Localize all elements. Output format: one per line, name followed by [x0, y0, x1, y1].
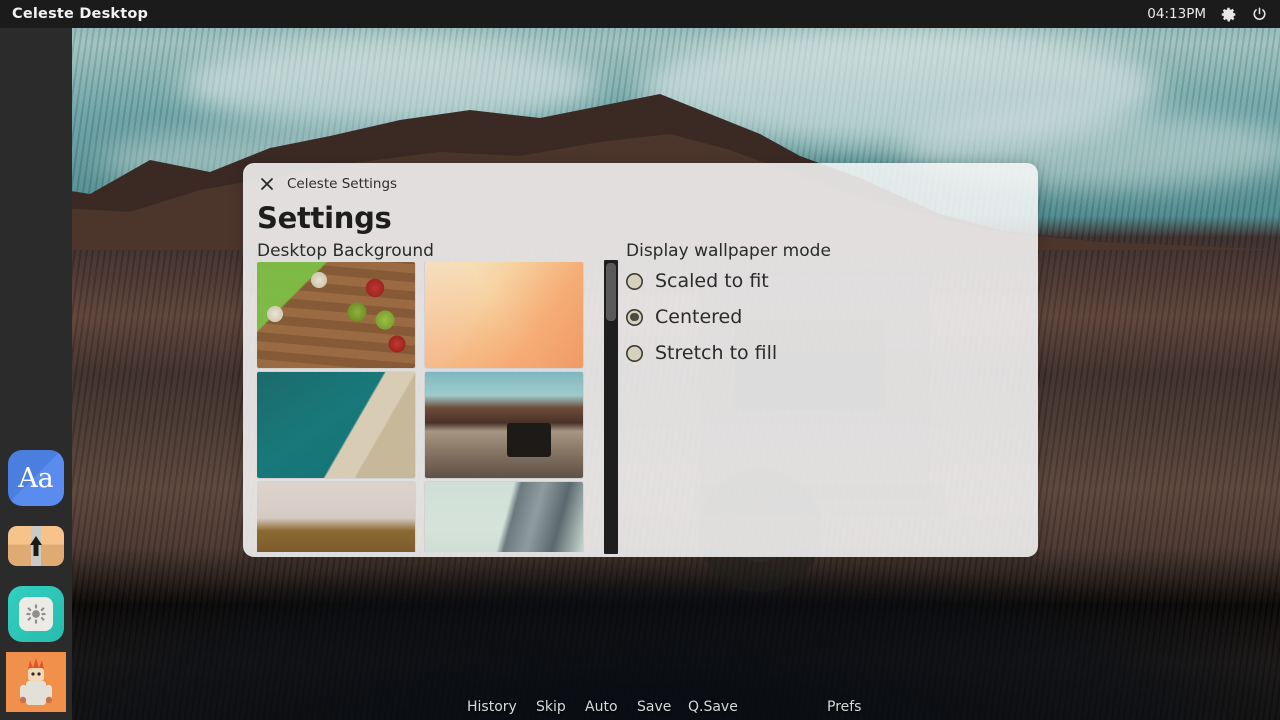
- dock-item-archive-app[interactable]: [6, 516, 66, 576]
- radio-option-label: Stretch to fill: [655, 342, 778, 364]
- desktop-title: Celeste Desktop: [12, 6, 149, 22]
- box-arrow-up-icon: [8, 526, 64, 566]
- scrollbar-thumb[interactable]: [606, 263, 616, 321]
- wallpaper-thumbnail-misty-peaks[interactable]: [425, 482, 583, 552]
- settings-dialog: Celeste Settings Settings Desktop Backgr…: [243, 163, 1038, 557]
- clock: 04:13PM: [1147, 6, 1206, 22]
- desktop-screen: Celeste Desktop 04:13PM Aa Celeste Setti…: [0, 0, 1280, 720]
- auto-button[interactable]: Auto: [585, 699, 618, 715]
- wallpaper-thumbnail-list[interactable]: [257, 262, 597, 552]
- radio-icon: [626, 344, 643, 362]
- dock-item-fonts-app[interactable]: Aa: [6, 448, 66, 508]
- prefs-button[interactable]: Prefs: [827, 699, 861, 715]
- wallpaper-mode-radio-group: Scaled to fit Centered Stretch to fill: [626, 263, 956, 371]
- vn-control-bar: History Skip Auto Save Q.Save Prefs: [0, 694, 1280, 720]
- radio-icon-selected: [626, 308, 643, 326]
- wallpaper-list-scrollbar[interactable]: [604, 260, 618, 554]
- quick-save-button[interactable]: Q.Save: [688, 699, 738, 715]
- gear-icon[interactable]: [1220, 6, 1237, 23]
- radio-option-label: Centered: [655, 306, 743, 328]
- dock-item-character-app[interactable]: [6, 652, 66, 712]
- dock-item-label: Aa: [18, 462, 54, 494]
- wallpaper-thumbnail-teal-water[interactable]: [257, 372, 415, 478]
- power-icon[interactable]: [1251, 6, 1268, 23]
- radio-icon: [626, 272, 643, 290]
- top-panel: Celeste Desktop 04:13PM: [0, 0, 1280, 28]
- dialog-titlebar: Celeste Settings: [243, 163, 1038, 205]
- avatar-icon: [6, 652, 66, 712]
- letters-icon: Aa: [8, 450, 64, 506]
- save-button[interactable]: Save: [637, 699, 671, 715]
- radio-option-centered[interactable]: Centered: [626, 299, 956, 335]
- history-button[interactable]: History: [467, 699, 517, 715]
- cloud-shape: [180, 40, 600, 130]
- wallpaper-thumbnail-jeep-mountain[interactable]: [425, 372, 583, 478]
- cloud-shape: [640, 28, 1160, 148]
- dock-item-settings-app[interactable]: [6, 584, 66, 644]
- radio-option-scaled-to-fit[interactable]: Scaled to fit: [626, 263, 956, 299]
- page-title: Settings: [257, 201, 392, 235]
- desktop-background-section-label: Desktop Background: [257, 241, 434, 261]
- gear-icon: [8, 586, 64, 642]
- wallpaper-mode-section-label: Display wallpaper mode: [626, 241, 831, 261]
- wallpaper-thumbnail-apples[interactable]: [257, 262, 415, 368]
- wallpaper-thumbnail-orange-gradient[interactable]: [425, 262, 583, 368]
- app-dock: Aa: [0, 28, 72, 720]
- skip-button[interactable]: Skip: [536, 699, 566, 715]
- radio-option-stretch-to-fill[interactable]: Stretch to fill: [626, 335, 956, 371]
- dialog-window-title: Celeste Settings: [287, 176, 398, 192]
- radio-option-label: Scaled to fit: [655, 270, 769, 292]
- wallpaper-thumbnail-autumn-forest[interactable]: [257, 482, 415, 552]
- close-icon[interactable]: [259, 176, 275, 192]
